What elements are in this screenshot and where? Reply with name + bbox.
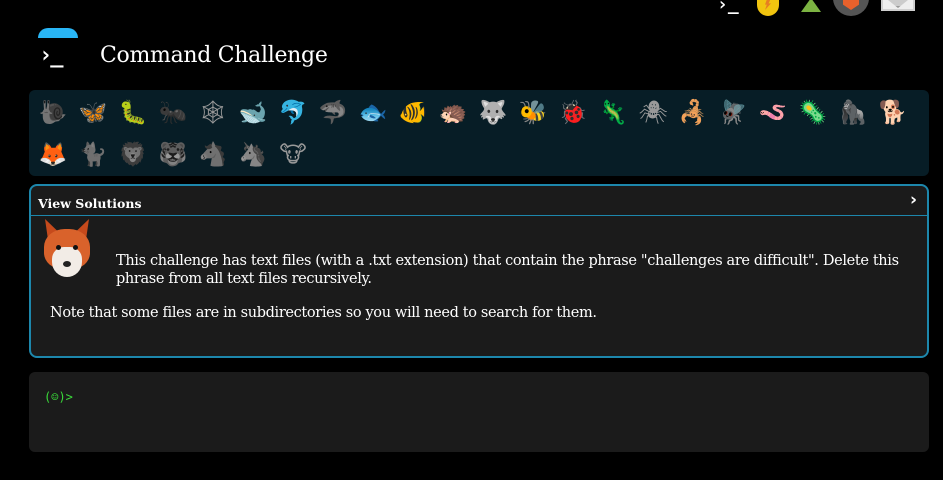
- bee-icon[interactable]: 🐝: [513, 95, 553, 131]
- hedgehog-icon[interactable]: 🦔: [433, 95, 473, 131]
- ladybug-glyph: 🐞: [558, 99, 588, 126]
- challenge-description: This challenge has text files (with a .t…: [116, 253, 899, 287]
- logo-cap: [38, 28, 78, 38]
- butterfly-icon[interactable]: 🦋: [73, 95, 113, 131]
- gorilla-icon[interactable]: 🦍: [833, 95, 873, 131]
- lizard-icon[interactable]: 🦎: [593, 95, 633, 131]
- challenge-animal-bar: 🐌 🦋 🐛 🐜 🕸 🐋 🐬 🦈 🐟 🐠 🦔 🐺 🐝 🐞 🦎 🕷 🦂 🪰 🪱 🦠 🦍 🐕 🦊 🐈 🦁 🐯 🐴 🦄 🐮: [29, 90, 929, 176]
- ladybug-icon[interactable]: 🐞: [553, 95, 593, 131]
- dog-glyph: 🐕: [878, 99, 908, 126]
- wolf-icon[interactable]: 🐺: [473, 95, 513, 131]
- ant-glyph: 🐜: [158, 99, 188, 126]
- lightbulb-icon[interactable]: [757, 0, 779, 16]
- fish-icon[interactable]: 🐟: [353, 95, 393, 131]
- horse-glyph: 🐴: [198, 141, 228, 168]
- terminal-input[interactable]: [78, 389, 578, 404]
- ant-icon[interactable]: 🐜: [153, 95, 193, 131]
- shark-glyph: 🦈: [318, 99, 348, 126]
- view-solutions-header[interactable]: View Solutions ›: [31, 186, 927, 216]
- cow-icon[interactable]: 🐮: [273, 137, 313, 173]
- fish-glyph: 🐟: [358, 99, 388, 126]
- gorilla-glyph: 🦍: [838, 99, 868, 126]
- wolf-glyph: 🐺: [478, 99, 508, 126]
- fox-glyph: 🦊: [38, 141, 68, 168]
- scorpion-glyph: 🦂: [678, 99, 708, 126]
- fox-icon[interactable]: 🦊: [33, 137, 73, 173]
- view-solutions-label: View Solutions: [38, 196, 142, 211]
- bee-glyph: 🐝: [518, 99, 548, 126]
- snail-glyph: 🐌: [38, 99, 68, 126]
- shark-icon[interactable]: 🦈: [313, 95, 353, 131]
- dog-icon[interactable]: 🐕: [873, 95, 913, 131]
- tree-icon[interactable]: [801, 0, 821, 12]
- horse-icon[interactable]: 🐴: [193, 137, 233, 173]
- unicorn-glyph: 🦄: [238, 141, 268, 168]
- cougar-glyph: 🐈: [78, 141, 108, 168]
- fox-avatar-icon: [41, 219, 93, 281]
- worm-icon[interactable]: 🪱: [753, 95, 793, 131]
- challenge-panel: View Solutions › This challenge has text…: [29, 184, 929, 358]
- lizard-glyph: 🦎: [598, 99, 628, 126]
- dolphin-glyph: 🐬: [278, 99, 308, 126]
- whale-icon[interactable]: 🐋: [233, 95, 273, 131]
- cow-glyph: 🐮: [279, 141, 307, 168]
- animal-row-1: 🐌 🦋 🐛 🐜 🕸 🐋 🐬 🦈 🐟 🐠 🦔 🐺 🐝 🐞 🦎 🕷 🦂 🪰 🪱 🦠 🦍 🐕: [33, 95, 929, 133]
- caterpillar-glyph: 🐛: [118, 99, 148, 126]
- worm-glyph: 🪱: [758, 99, 788, 126]
- scorpion-icon[interactable]: 🦂: [673, 95, 713, 131]
- logo-prompt: ›_: [39, 43, 63, 68]
- chevron-right-icon[interactable]: ›: [910, 190, 917, 210]
- tropical-fish-icon[interactable]: 🐠: [393, 95, 433, 131]
- spiderweb-glyph: 🕸: [198, 99, 228, 126]
- microbe-icon[interactable]: 🦠: [793, 95, 833, 131]
- terminal-window[interactable]: (☺)>: [29, 372, 929, 452]
- challenge-note: Note that some files are in subdirectori…: [50, 305, 597, 321]
- spiderweb-icon[interactable]: 🕸: [193, 95, 233, 131]
- butterfly-glyph: 🦋: [78, 99, 108, 126]
- hedgehog-glyph: 🦔: [438, 99, 468, 126]
- caterpillar-icon[interactable]: 🐛: [113, 95, 153, 131]
- page-title: Command Challenge: [100, 43, 328, 68]
- cougar-icon[interactable]: 🐈: [73, 137, 113, 173]
- terminal-logo-icon[interactable]: ›_: [38, 28, 80, 70]
- dolphin-icon[interactable]: 🐬: [273, 95, 313, 131]
- tiger-glyph: 🐯: [158, 141, 188, 168]
- snail-icon[interactable]: 🐌: [33, 95, 73, 131]
- spider-glyph: 🕷: [638, 99, 668, 126]
- fly-glyph: 🪰: [718, 99, 748, 126]
- fly-icon[interactable]: 🪰: [713, 95, 753, 131]
- mail-icon[interactable]: [881, 0, 915, 11]
- spider-icon[interactable]: 🕷: [633, 95, 673, 131]
- microbe-glyph: 🦠: [798, 99, 828, 126]
- whale-glyph: 🐋: [238, 99, 268, 126]
- tiger-icon[interactable]: 🐯: [153, 137, 193, 173]
- tropical-fish-glyph: 🐠: [398, 99, 428, 126]
- shield-badge-icon[interactable]: [833, 0, 869, 16]
- lion-icon[interactable]: 🦁: [113, 137, 153, 173]
- unicorn-icon[interactable]: 🦄: [233, 137, 273, 173]
- animal-row-2: 🦊 🐈 🦁 🐯 🐴 🦄 🐮: [33, 137, 929, 175]
- terminal-icon[interactable]: ›_: [717, 0, 739, 14]
- terminal-prompt: (☺)>: [44, 390, 73, 404]
- lion-glyph: 🦁: [118, 141, 148, 168]
- top-icon-bar: ›_: [713, 0, 943, 18]
